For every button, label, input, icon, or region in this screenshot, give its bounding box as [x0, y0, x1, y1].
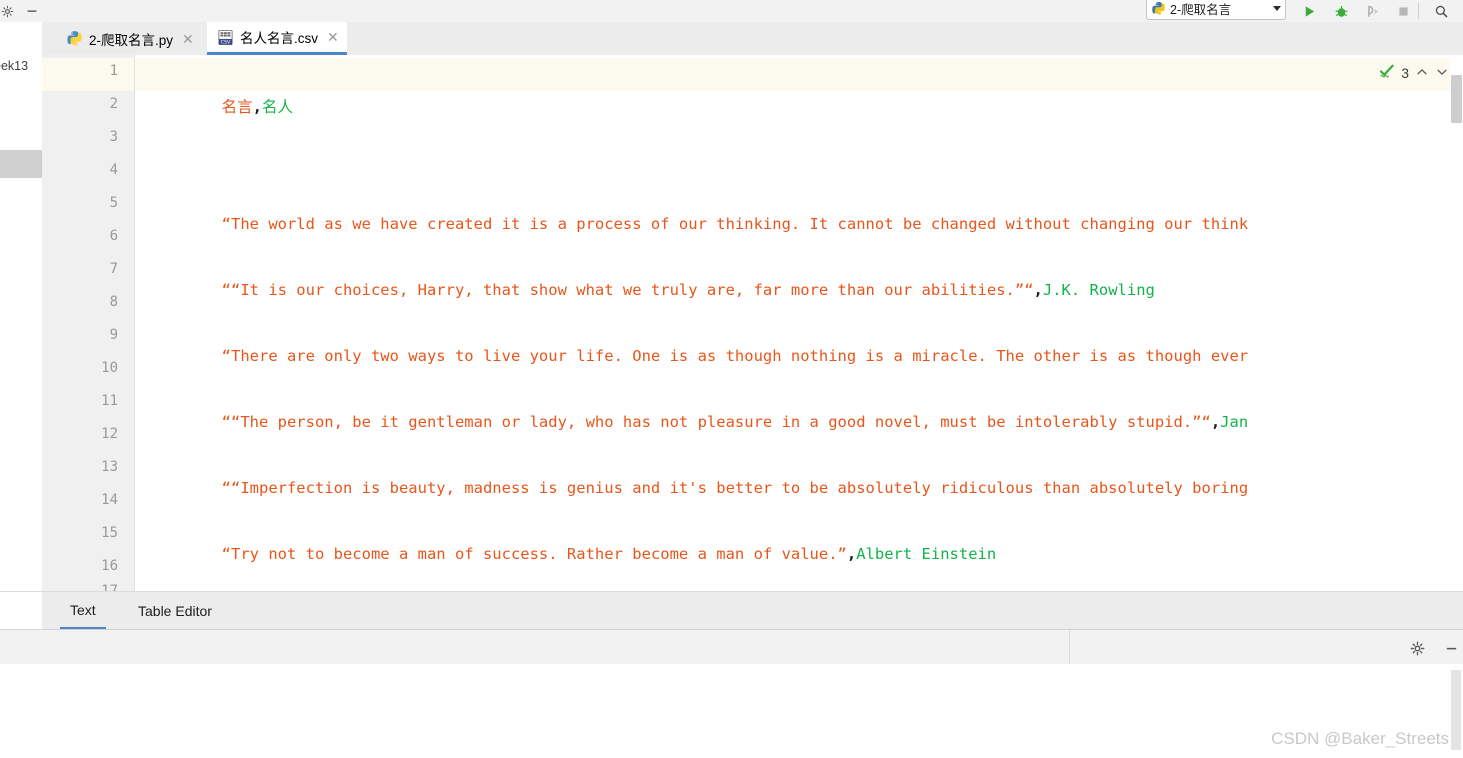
csv-author-text: Albert Einstein — [856, 545, 997, 563]
csv-quote-text: ““It is our choices, Harry, that show wh… — [221, 281, 1034, 299]
run-configuration-selector[interactable]: 2-爬取名言 — [1146, 0, 1286, 20]
csv-delimiter: , — [1033, 281, 1043, 299]
gear-icon[interactable] — [0, 0, 18, 22]
csv-quote-text: “Try not to become a man of success. Rat… — [221, 545, 847, 563]
editor-tab-bar: 2-爬取名言.py ✕ CSV 名人名言.csv ✕ — [42, 22, 1463, 55]
line-number: 6 — [109, 228, 118, 244]
csv-quote-text: “The world as we have created it is a pr… — [221, 215, 1249, 233]
line-number: 16 — [101, 558, 118, 574]
csv-delimiter: , — [846, 545, 857, 563]
close-icon[interactable]: ✕ — [182, 32, 194, 46]
csv-quote-text: ““The person, be it gentleman or lady, w… — [221, 413, 1211, 431]
tab-table-editor-label: Table Editor — [138, 603, 212, 619]
code-line-11: ““Imperfection is beauty, madness is gen… — [147, 439, 1249, 497]
tab-table-editor[interactable]: Table Editor — [128, 592, 222, 630]
svg-text:CSV: CSV — [221, 39, 231, 45]
chevron-down-icon[interactable] — [1273, 5, 1281, 11]
line-number: 4 — [109, 162, 118, 178]
code-line-9: ““The person, be it gentleman or lady, w… — [147, 373, 1249, 431]
inspection-check-icon — [1379, 63, 1395, 82]
editor-code-area[interactable]: 名言,名人 “The world as we have created it i… — [135, 55, 1463, 591]
line-number: 10 — [101, 360, 118, 376]
editor-scrollbar-thumb[interactable] — [1451, 75, 1462, 123]
code-line-1: 名言,名人 — [147, 58, 293, 116]
chevron-up-icon[interactable] — [1415, 65, 1429, 81]
csv-header-field-2: 名人 — [262, 98, 294, 116]
line-number: 13 — [101, 459, 118, 475]
csv-delimiter: , — [1210, 413, 1221, 431]
python-file-icon — [1151, 1, 1166, 16]
python-file-icon — [66, 30, 83, 47]
project-tree-selected-row[interactable] — [0, 150, 42, 178]
code-line-15: “It is better to be hated for what you a… — [147, 571, 1090, 591]
line-number: 1 — [109, 63, 118, 79]
minimize-icon[interactable] — [1441, 638, 1461, 658]
code-line-5: ““It is our choices, Harry, that show wh… — [147, 241, 1155, 299]
editor-tab-label: 2-爬取名言.py — [89, 32, 174, 48]
line-number: 14 — [101, 492, 118, 508]
line-number: 8 — [109, 294, 118, 310]
project-panel-header — [0, 0, 42, 22]
csv-delimiter: , — [252, 98, 263, 116]
code-line-13: “Try not to become a man of success. Rat… — [147, 505, 997, 563]
run-configuration-label: 2-爬取名言 — [1170, 2, 1232, 17]
line-number: 17 — [101, 583, 118, 591]
code-line-3: “The world as we have created it is a pr… — [147, 175, 1249, 233]
gear-icon[interactable] — [1407, 638, 1427, 658]
caret-line-highlight — [135, 58, 1463, 91]
bottom-panel-vertical-scrollbar[interactable] — [1449, 664, 1463, 758]
code-line-7: “There are only two ways to live your li… — [147, 307, 1249, 365]
minimize-icon[interactable] — [21, 0, 43, 22]
search-magnifier-icon[interactable] — [1430, 0, 1452, 22]
editor-tab-label: 名人名言.csv — [240, 31, 319, 46]
caret-line-highlight-gutter — [42, 58, 134, 91]
chevron-down-icon[interactable] — [1435, 65, 1449, 81]
close-icon[interactable]: ✕ — [327, 30, 339, 44]
editor-gutter[interactable]: 1 2 3 4 5 6 7 8 9 10 11 12 13 14 15 16 1… — [42, 55, 135, 591]
inspection-widget[interactable]: 3 — [1377, 63, 1451, 82]
line-number: 2 — [109, 96, 118, 112]
run-with-coverage-icon[interactable] — [1362, 0, 1384, 22]
panel-divider — [1069, 630, 1070, 664]
viewtab-left-gap — [0, 592, 42, 630]
line-number: 3 — [109, 129, 118, 145]
line-number: 15 — [101, 525, 118, 541]
csv-author-text: J.K. Rowling — [1042, 281, 1155, 299]
stop-square-icon[interactable] — [1392, 0, 1414, 22]
csv-header-field-1: 名言 — [221, 98, 253, 116]
bottom-tool-window: CSDN @Baker_Streets — [0, 629, 1463, 758]
csv-author-text: Jan — [1220, 413, 1249, 431]
line-number: 5 — [109, 195, 118, 211]
editor-tab-python[interactable]: 2-爬取名言.py ✕ — [56, 22, 202, 55]
debug-bug-icon[interactable] — [1330, 0, 1352, 22]
bottom-panel-content[interactable]: CSDN @Baker_Streets — [0, 664, 1463, 758]
project-tool-window-strip: eek13 — [0, 22, 42, 591]
csv-file-icon: CSV — [217, 29, 234, 46]
tab-text[interactable]: Text — [60, 592, 106, 630]
line-number: 11 — [101, 393, 118, 409]
main-toolbar: 2-爬取名言 — [0, 0, 1463, 23]
toolbar-divider — [1418, 3, 1419, 19]
run-play-icon[interactable] — [1298, 0, 1320, 22]
bottom-panel-header — [0, 630, 1463, 665]
csv-quote-text: “There are only two ways to live your li… — [221, 347, 1249, 365]
line-number: 7 — [109, 261, 118, 277]
project-tree-item-label[interactable]: eek13 — [0, 59, 28, 73]
inspection-problem-count: 3 — [1401, 64, 1409, 81]
watermark-text: CSDN @Baker_Streets — [1271, 729, 1449, 748]
pycharm-window: 2-爬取名言 ek13 2-爬取名言.py ✕ CSV 名人名言.csv ✕ 1… — [0, 0, 1463, 758]
editor-tab-csv[interactable]: CSV 名人名言.csv ✕ — [207, 22, 347, 55]
line-number: 9 — [109, 327, 118, 343]
text-editor[interactable]: 1 2 3 4 5 6 7 8 9 10 11 12 13 14 15 16 1… — [42, 55, 1463, 591]
csv-view-tab-bar: Text Table Editor — [0, 591, 1463, 630]
bottom-panel-scrollbar-thumb[interactable] — [1451, 670, 1461, 750]
csv-quote-text: ““Imperfection is beauty, madness is gen… — [221, 479, 1249, 497]
tab-text-label: Text — [70, 601, 96, 618]
editor-vertical-scrollbar[interactable] — [1450, 55, 1463, 591]
line-number: 12 — [101, 426, 118, 442]
